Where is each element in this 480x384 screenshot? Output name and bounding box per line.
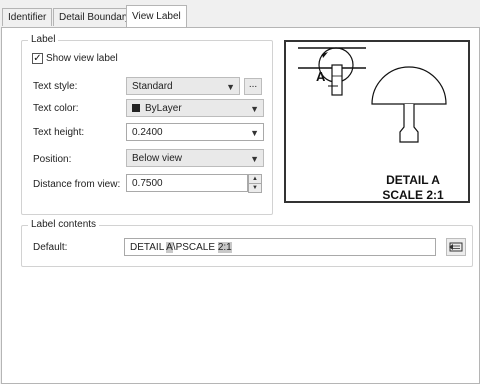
insert-field-icon [449, 242, 463, 252]
field-text-detail: DETAIL [130, 242, 167, 253]
text-height-value: 0.2400 [132, 127, 163, 138]
detail-marker-text: A [316, 69, 326, 84]
tab-detail-boundary[interactable]: Detail Boundary [53, 8, 137, 26]
color-swatch-icon [132, 104, 140, 112]
field-text-scale: \PSCALE [172, 242, 218, 253]
field-code-marker: A [166, 242, 173, 253]
detail-caption-line1: DETAIL A [386, 173, 440, 187]
chevron-down-icon: ▼ [250, 104, 259, 114]
tab-view-label[interactable]: View Label [126, 5, 187, 27]
distance-value: 0.7500 [132, 178, 163, 189]
default-label: Default: [33, 242, 68, 253]
text-color-select[interactable]: ByLayer ▼ [126, 99, 264, 117]
chevron-down-icon: ▼ [250, 128, 259, 138]
text-style-label: Text style: [33, 81, 78, 92]
spin-up-icon[interactable]: ▲ [249, 175, 261, 183]
position-value: Below view [132, 153, 183, 164]
distance-label: Distance from view: [33, 179, 121, 190]
chevron-down-icon: ▼ [226, 82, 235, 92]
browse-text-style-button[interactable]: ... [244, 78, 262, 95]
position-label: Position: [33, 154, 72, 165]
text-height-label: Text height: [33, 127, 85, 138]
distance-spinner[interactable]: ▲ ▼ [248, 174, 262, 193]
chevron-down-icon: ▼ [250, 154, 259, 164]
detail-caption-line2: SCALE 2:1 [382, 188, 444, 201]
spin-down-icon[interactable]: ▼ [249, 183, 261, 192]
show-view-label-checkbox[interactable]: ✓ [32, 53, 43, 64]
text-height-input[interactable]: 0.2400 ▼ [126, 123, 264, 141]
default-contents-field[interactable]: DETAIL A\PSCALE 2:1 [124, 238, 436, 256]
text-style-select[interactable]: Standard ▼ [126, 77, 240, 95]
distance-input[interactable]: 0.7500 [126, 174, 248, 192]
label-contents-title: Label contents [28, 219, 100, 230]
position-select[interactable]: Below view ▼ [126, 149, 264, 167]
show-view-label-text: Show view label [46, 53, 118, 64]
detail-preview-drawing: A DETAIL A SCALE 2:1 [298, 47, 447, 201]
label-group-title: Label [28, 34, 59, 45]
insert-field-button[interactable] [446, 238, 466, 256]
text-color-label: Text color: [33, 103, 79, 114]
text-style-value: Standard [132, 81, 173, 92]
text-color-value: ByLayer [145, 103, 182, 114]
field-code-scale: 2:1 [217, 242, 232, 253]
tab-identifier[interactable]: Identifier [2, 8, 53, 26]
detail-preview: A DETAIL A SCALE 2:1 [284, 40, 470, 203]
